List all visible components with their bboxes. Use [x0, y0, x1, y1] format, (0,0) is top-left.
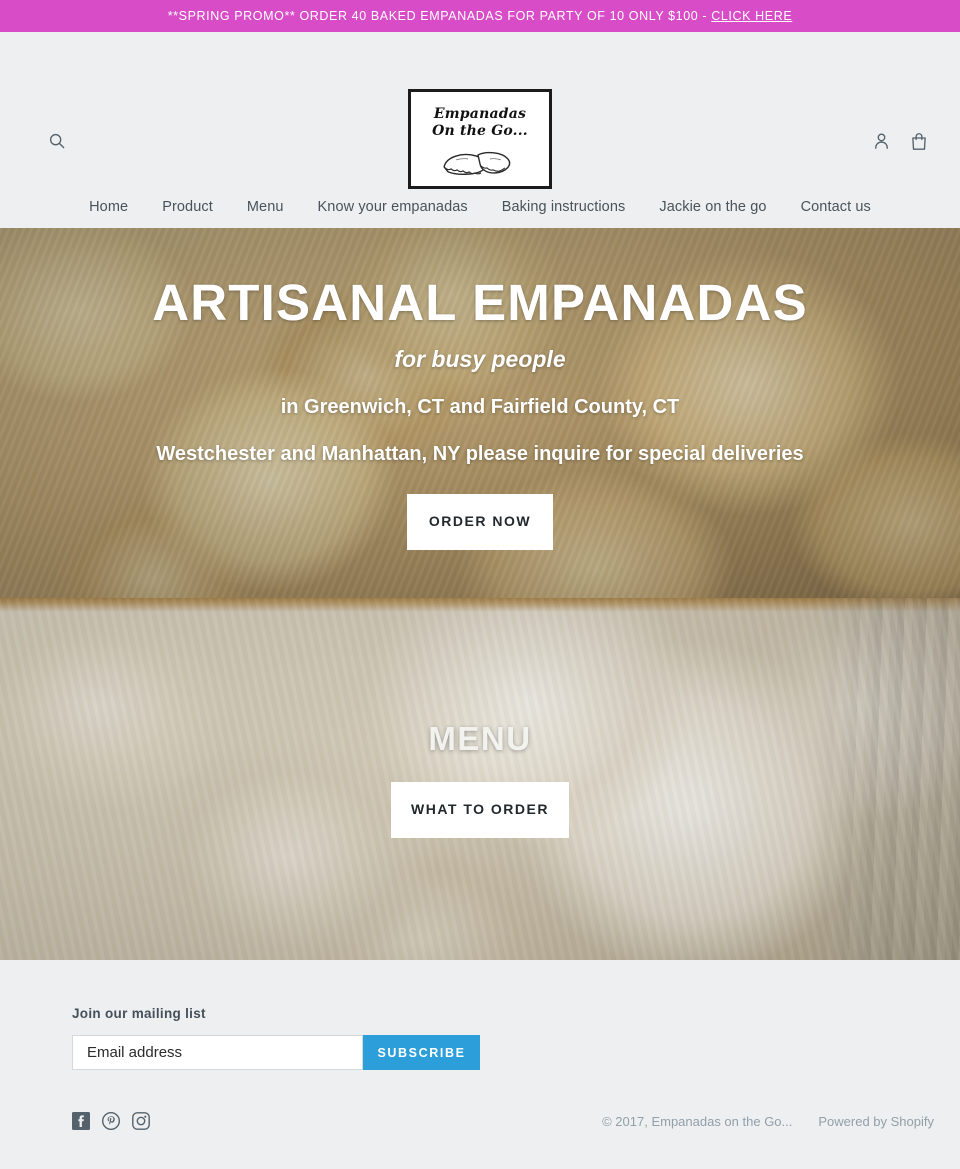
hero-1-location-line-1: in Greenwich, CT and Fairfield County, C… [280, 395, 680, 418]
main-navigation: Home Product Menu Know your empanadas Ba… [0, 185, 960, 228]
pinterest-link[interactable] [102, 1112, 120, 1130]
facebook-icon [72, 1112, 90, 1130]
nav-item-contact-us[interactable]: Contact us [784, 199, 889, 215]
pinterest-icon [102, 1112, 120, 1130]
logo-text-line-1: Empanadas [433, 106, 527, 122]
nav-item-baking-instructions[interactable]: Baking instructions [485, 199, 643, 215]
facebook-link[interactable] [72, 1112, 90, 1130]
search-button-wrapper [42, 126, 72, 156]
cart-button[interactable] [904, 126, 934, 157]
promo-click-here-link[interactable]: CLICK HERE [711, 9, 792, 23]
email-input[interactable] [72, 1035, 363, 1070]
newsletter-form: SUBSCRIBE [72, 1035, 480, 1070]
hero-section-menu: MENU WHAT TO ORDER [0, 598, 960, 960]
empanada-illustration-icon [443, 152, 511, 176]
nav-item-jackie-on-the-go[interactable]: Jackie on the go [642, 199, 783, 215]
nav-item-know-your-empanadas[interactable]: Know your empanadas [301, 199, 485, 215]
search-button[interactable] [42, 126, 72, 156]
promo-announcement-text: **SPRING PROMO** ORDER 40 BAKED EMPANADA… [168, 9, 793, 23]
promo-text-main: **SPRING PROMO** ORDER 40 BAKED EMPANADA… [167, 9, 712, 23]
subscribe-button[interactable]: SUBSCRIBE [363, 1035, 480, 1070]
footer-meta: © 2017, Empanadas on the Go... Powered b… [602, 1114, 934, 1129]
copyright-text[interactable]: © 2017, Empanadas on the Go... [602, 1114, 792, 1129]
hero-1-subtitle: for busy people [394, 345, 566, 372]
hero-1-location-line-2: Westchester and Manhattan, NY please inq… [156, 442, 804, 465]
hero-1-content: ARTISANAL EMPANADAS for busy people in G… [0, 274, 960, 550]
site-logo-link[interactable]: Empanadas On the Go... [408, 89, 552, 189]
account-button[interactable] [867, 126, 896, 156]
hero-1-title: ARTISANAL EMPANADAS [152, 274, 808, 332]
nav-item-product[interactable]: Product [145, 199, 230, 215]
powered-by-shopify-link[interactable]: Powered by Shopify [818, 1114, 934, 1129]
cart-button-wrapper [904, 126, 934, 157]
nav-item-home[interactable]: Home [71, 199, 145, 215]
account-person-icon [875, 133, 888, 149]
shopping-bag-icon [912, 133, 926, 150]
site-header: Empanadas On the Go... Home Product Menu… [0, 32, 960, 228]
newsletter-label: Join our mailing list [72, 1006, 206, 1021]
order-now-button[interactable]: ORDER NOW [406, 493, 554, 550]
search-icon [49, 133, 65, 149]
what-to-order-button[interactable]: WHAT TO ORDER [391, 782, 569, 838]
instagram-icon [132, 1112, 150, 1130]
hero-section-artisanal-empanadas: ARTISANAL EMPANADAS for busy people in G… [0, 228, 960, 598]
footer-bottom-row: © 2017, Empanadas on the Go... Powered b… [72, 1112, 934, 1130]
nav-item-menu[interactable]: Menu [230, 199, 301, 215]
instagram-link[interactable] [132, 1112, 150, 1130]
site-logo-image: Empanadas On the Go... [415, 96, 545, 182]
account-button-wrapper [867, 126, 896, 156]
social-links [72, 1112, 150, 1130]
hero-2-title: MENU [428, 720, 532, 758]
promo-announcement-bar[interactable]: **SPRING PROMO** ORDER 40 BAKED EMPANADA… [0, 0, 960, 32]
site-footer: Join our mailing list SUBSCRIBE [0, 960, 960, 1167]
hero-2-content: MENU WHAT TO ORDER [0, 720, 960, 838]
header-top-row: Empanadas On the Go... [0, 32, 960, 189]
logo-text-line-2: On the Go... [432, 123, 528, 140]
